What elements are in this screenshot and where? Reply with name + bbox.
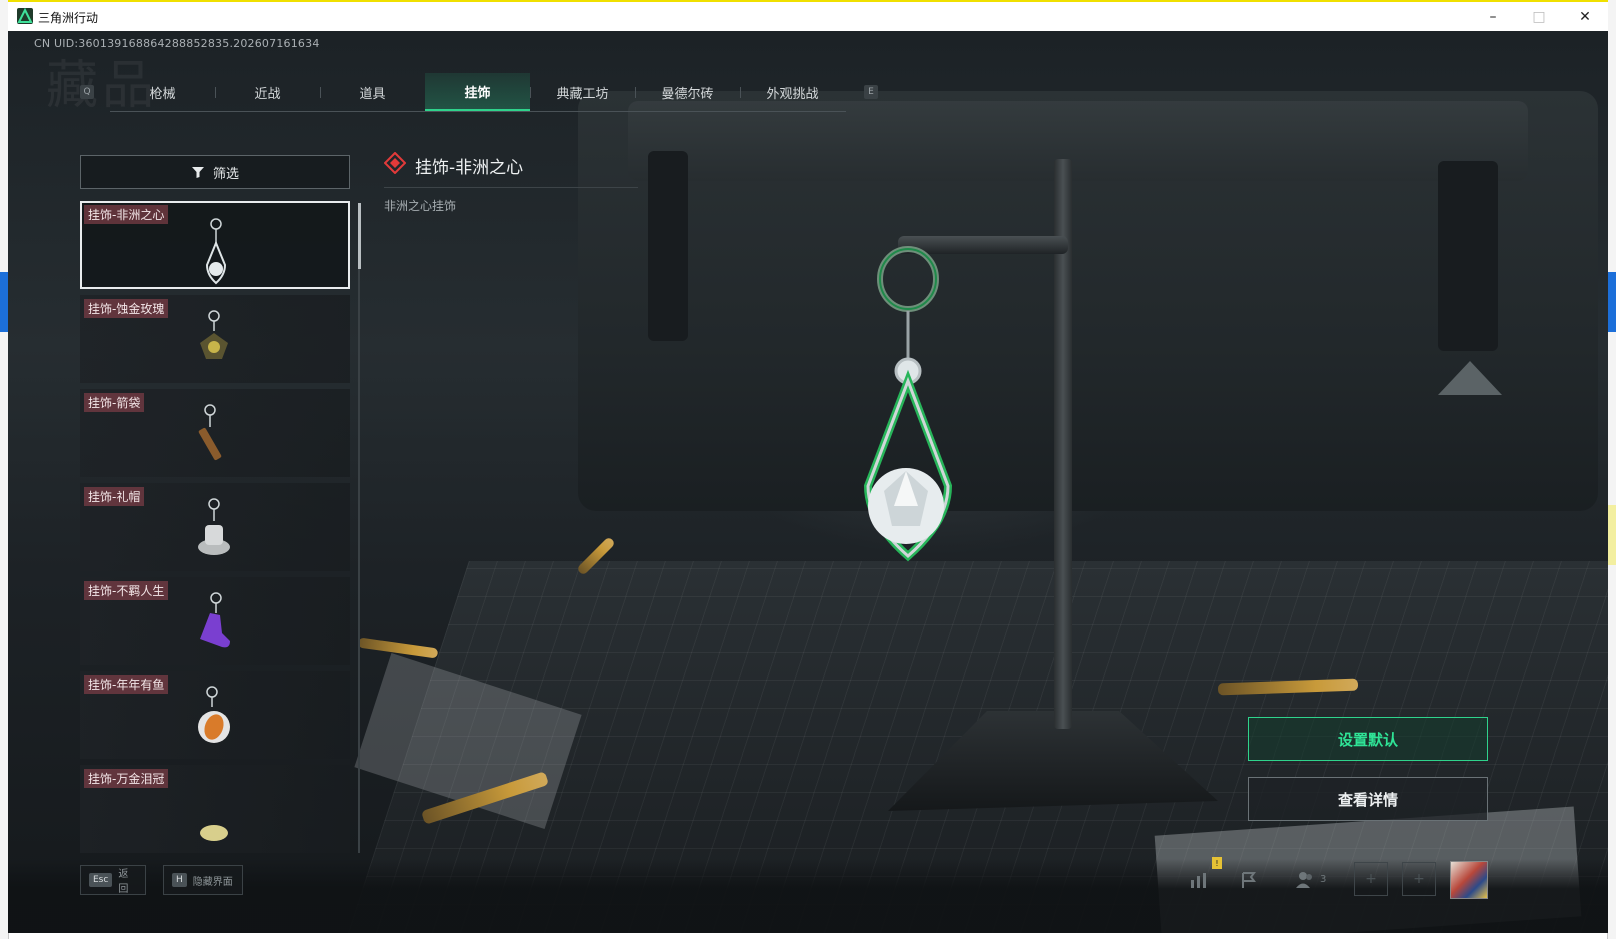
team-icon[interactable]: [1290, 865, 1320, 895]
minimize-button[interactable]: –: [1470, 2, 1516, 31]
game-viewport: 藏品 CN UID:360139168864288852835.20260716…: [8, 31, 1608, 933]
stats-icon[interactable]: [1184, 865, 1214, 895]
charm-rose-icon: [200, 310, 228, 359]
desktop-edge-accent: [1608, 272, 1616, 332]
h-key: H: [172, 873, 187, 887]
list-item-label: 挂饰-非洲之心: [84, 205, 169, 224]
add-slot-button[interactable]: +: [1402, 862, 1436, 896]
add-slot-button[interactable]: +: [1354, 862, 1388, 896]
item-title: 挂饰-非洲之心: [415, 158, 524, 178]
tab-appearance-challenge[interactable]: 外观挑战: [740, 73, 845, 111]
desktop-edge-accent: [1608, 505, 1616, 565]
scene-latch: [1438, 161, 1498, 351]
hide-ui-label: 隐藏界面: [192, 876, 233, 888]
tab-mandel-brick[interactable]: 曼德尔砖: [635, 73, 740, 111]
charm-heart-icon: [205, 218, 227, 285]
list-item-free-life[interactable]: 挂饰-不羁人生: [80, 577, 350, 665]
pendant-preview: [863, 246, 953, 562]
list-item-label: 挂饰-不羁人生: [84, 581, 169, 600]
tab-items[interactable]: 道具: [320, 73, 425, 111]
scene-arrow-icon: [1438, 361, 1502, 395]
list-scroll-thumb[interactable]: [358, 203, 361, 269]
list-item-label: 挂饰-年年有鱼: [84, 675, 169, 694]
list-item-label: 挂饰-箭袋: [84, 393, 145, 412]
list-scrollbar[interactable]: [358, 203, 360, 853]
filter-button[interactable]: 筛选: [80, 155, 350, 189]
view-detail-button[interactable]: 查看详情: [1248, 777, 1488, 821]
list-item-crown[interactable]: 挂饰-万金泪冠: [80, 765, 350, 853]
item-description: 非洲之心挂饰: [384, 199, 457, 213]
title-bar: 三角洲行动 – □ ✕: [8, 0, 1608, 31]
charm-hat-icon: [198, 498, 230, 555]
tab-guns[interactable]: 枪械: [110, 73, 215, 111]
filter-icon: [191, 167, 204, 178]
esc-key: Esc: [89, 873, 113, 887]
set-default-button[interactable]: 设置默认: [1248, 717, 1488, 761]
tab-charms[interactable]: 挂饰: [425, 73, 530, 111]
close-button[interactable]: ✕: [1562, 2, 1608, 31]
list-item-label: 挂饰-礼帽: [84, 487, 145, 506]
list-item-quiver[interactable]: 挂饰-箭袋: [80, 389, 350, 477]
window-title: 三角洲行动: [38, 11, 99, 25]
desktop-edge-right: [1607, 0, 1616, 939]
app-logo-icon: [17, 8, 33, 24]
charm-crown-icon: [200, 825, 228, 841]
list-item-gold-rose[interactable]: 挂饰-蚀金玫瑰: [80, 295, 350, 383]
scene-latch: [648, 151, 688, 341]
next-tab-key[interactable]: E: [864, 85, 878, 99]
avatar[interactable]: [1450, 861, 1488, 899]
list-item-top-hat[interactable]: 挂饰-礼帽: [80, 483, 350, 571]
team-count: 3: [1320, 874, 1327, 885]
list-item-fish[interactable]: 挂饰-年年有鱼: [80, 671, 350, 759]
rarity-diamond-icon: [384, 152, 406, 174]
list-item-african-heart[interactable]: 挂饰-非洲之心: [80, 201, 350, 289]
uid-text: CN UID:360139168864288852835.20260716163…: [34, 37, 320, 50]
charm-quiver-icon: [198, 404, 222, 460]
desktop-edge-accent: [0, 272, 8, 332]
list-item-label: 挂饰-万金泪冠: [84, 769, 169, 788]
list-item-label: 挂饰-蚀金玫瑰: [84, 299, 169, 318]
divider: [384, 187, 638, 188]
app-window: 三角洲行动 – □ ✕ 藏品 CN UID:360139168864288852…: [8, 0, 1608, 933]
scene-case-lid: [628, 101, 1528, 181]
maximize-button[interactable]: □: [1516, 2, 1562, 31]
back-hint[interactable]: Esc 返回: [80, 865, 146, 895]
filter-label: 筛选: [212, 166, 239, 182]
prev-tab-key[interactable]: Q: [80, 85, 94, 99]
charm-shoe-icon: [200, 592, 230, 648]
tab-workshop[interactable]: 典藏工坊: [530, 73, 635, 111]
charm-list: 挂饰-非洲之心 挂饰-蚀金玫瑰 挂饰-箭袋 挂饰-礼帽 挂饰-不羁人生 挂饰-年…: [80, 201, 352, 853]
tab-melee[interactable]: 近战: [215, 73, 320, 111]
charm-fish-icon: [198, 686, 230, 743]
hide-ui-hint[interactable]: H 隐藏界面: [163, 865, 243, 895]
back-label: 返回: [118, 869, 129, 895]
flag-icon[interactable]: [1234, 865, 1264, 895]
category-tabs: 枪械 近战 道具 挂饰 典藏工坊 曼德尔砖 外观挑战: [110, 73, 846, 112]
